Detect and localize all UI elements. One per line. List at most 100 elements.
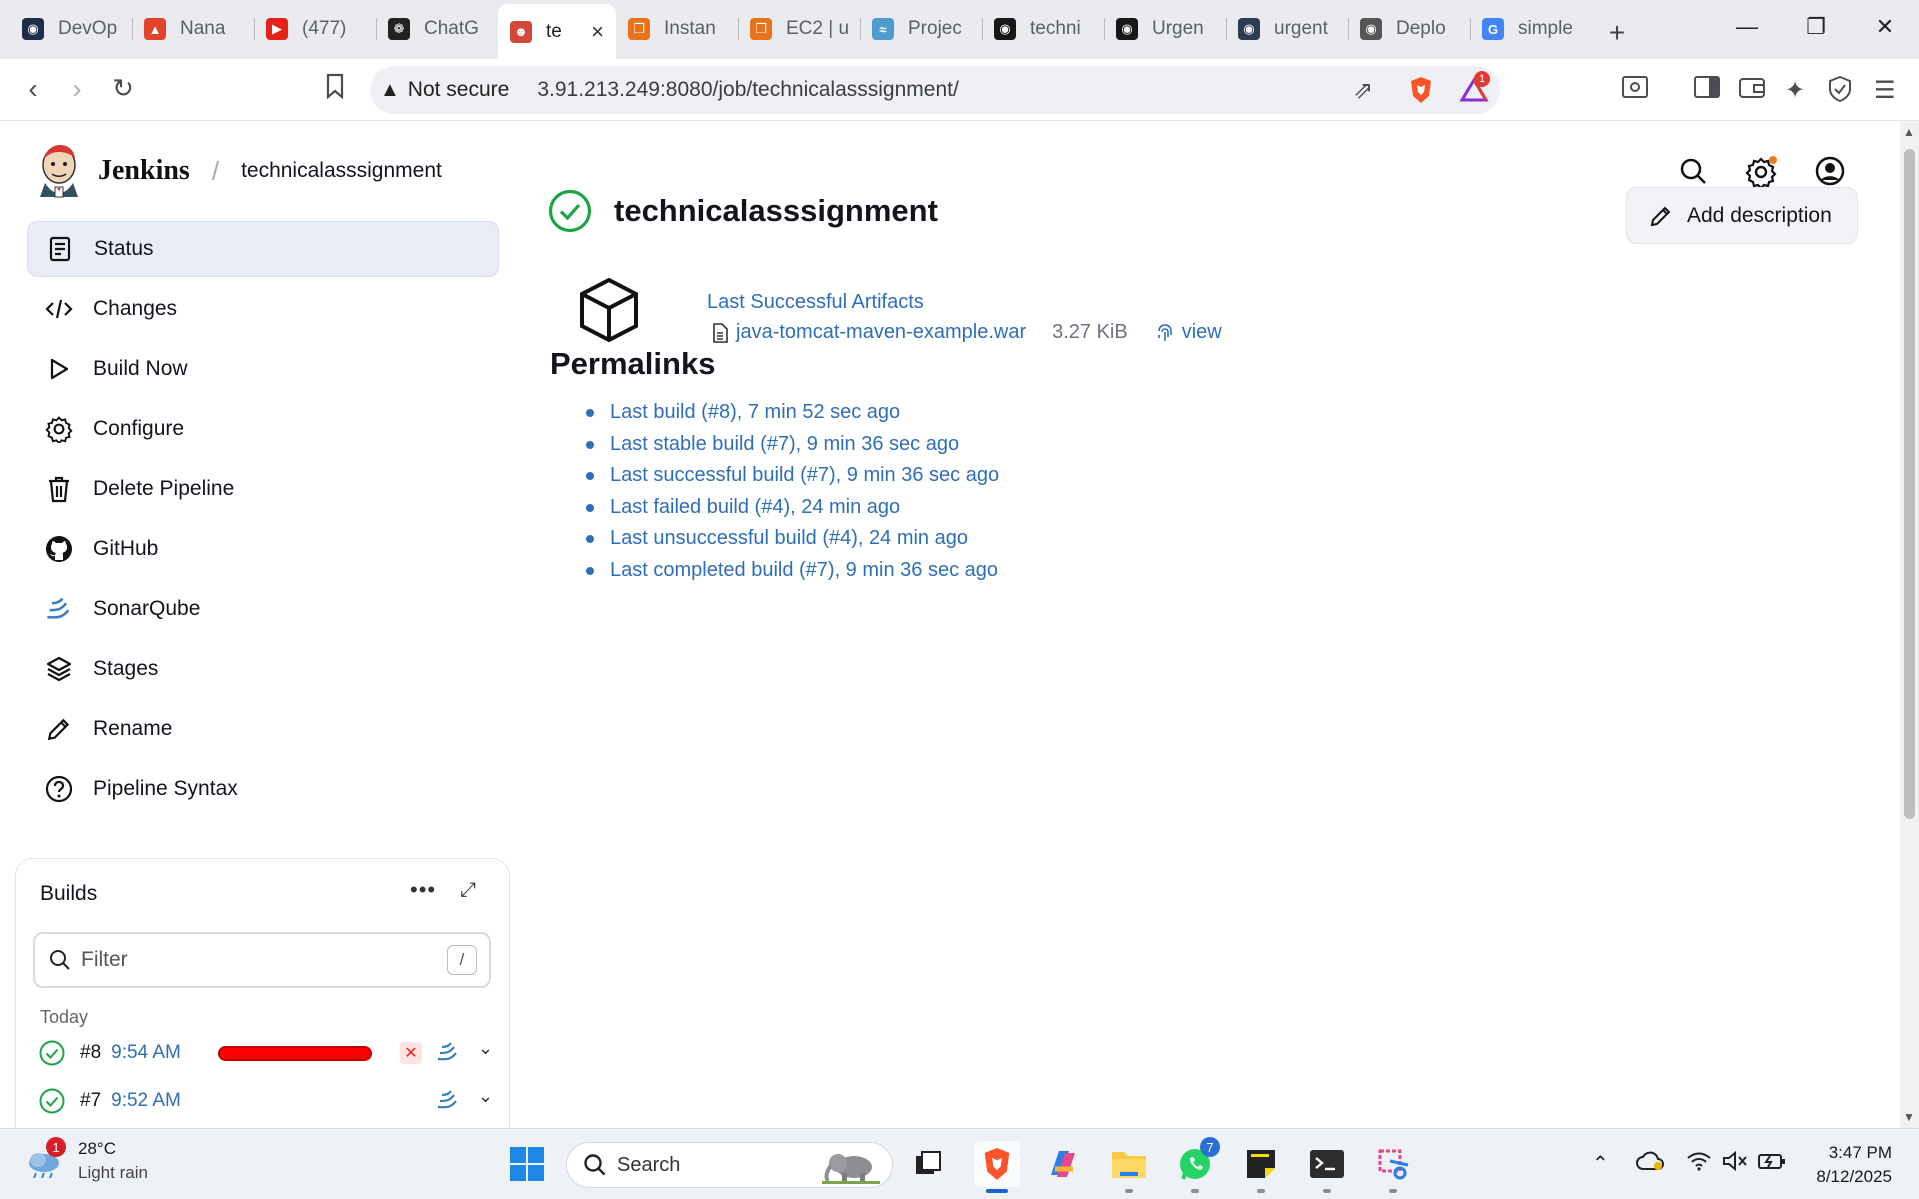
brave-browser-taskbar-icon[interactable] [974,1141,1020,1193]
browser-tab[interactable]: ≈ Projec [860,4,982,54]
build-time[interactable]: 9:52 AM [111,1090,181,1112]
chevron-down-icon[interactable]: ⌄ [478,1038,493,1059]
new-tab-button[interactable]: + [1592,17,1642,49]
back-icon[interactable]: ‹ [16,73,50,105]
sidebar-item-status[interactable]: Status [27,221,499,277]
add-description-label[interactable]: Add description [1687,204,1832,228]
taskbar-search[interactable]: Search [566,1142,893,1188]
browser-tab[interactable]: ◉ Urgen [1104,4,1226,54]
system-clock[interactable]: 3:47 PM 8/12/2025 [1808,1141,1892,1189]
permalink-item[interactable]: Last build (#8), 7 min 52 sec ago [585,397,999,429]
chevron-down-icon[interactable]: ⌄ [478,1086,493,1107]
snipping-tool-icon[interactable] [1370,1141,1416,1193]
browser-tab[interactable]: ☻ te × [498,4,616,59]
expand-icon[interactable]: ⤢ [460,879,476,902]
tab-title[interactable]: Deplo [1396,18,1458,40]
permalink-item[interactable]: Last stable build (#7), 9 min 36 sec ago [585,429,999,461]
tab-title[interactable]: Instan [664,18,726,40]
sticky-notes-icon[interactable] [1238,1141,1284,1193]
leo-ai-icon[interactable]: ✦ [1785,76,1805,105]
tab-title[interactable]: (477) [302,18,364,40]
browser-tab[interactable]: ◉ urgent [1226,4,1348,54]
tab-title[interactable]: Nana [180,18,242,40]
scroll-up-icon[interactable]: ▲ [1903,125,1915,139]
sidebar-item-delete-pipeline[interactable]: Delete Pipeline [27,461,499,517]
url-text[interactable]: 3.91.213.249:8080/job/technicalasssignme… [537,78,958,102]
reader-mode-icon[interactable] [1622,76,1648,105]
address-bar[interactable]: ▲ Not secure 3.91.213.249:8080/job/techn… [370,66,1500,114]
browser-tab[interactable]: ◉ DevOp [10,4,132,54]
artifacts-title-link[interactable]: Last Successful Artifacts [707,291,924,314]
chevron-up-icon[interactable]: ⌃ [1592,1151,1609,1176]
sonarqube-icon[interactable] [436,1041,460,1063]
browser-tab[interactable]: ❐ Instan [616,4,738,54]
sonarqube-icon[interactable] [436,1089,460,1111]
more-options-icon[interactable]: ••• [410,877,436,903]
task-view-icon[interactable] [906,1141,952,1187]
sidebar-item-sonarqube[interactable]: SonarQube [27,581,499,637]
tab-title[interactable]: urgent [1274,18,1336,40]
menu-icon[interactable]: ☰ [1874,76,1896,105]
build-row[interactable]: #7 9:52 AM ⌄ [38,1084,498,1118]
reload-icon[interactable]: ↻ [106,73,140,104]
restore-icon[interactable]: ❐ [1801,14,1831,40]
build-progress-bar[interactable] [218,1046,372,1061]
permalink-item[interactable]: Last unsuccessful build (#4), 24 min ago [585,523,999,555]
browser-tab[interactable]: ◉ Deplo [1348,4,1470,54]
battery-icon[interactable] [1758,1151,1786,1177]
bookmark-icon[interactable] [318,73,352,106]
minimize-icon[interactable]: — [1732,14,1762,40]
tab-title[interactable]: Urgen [1152,18,1214,40]
permalink-item[interactable]: Last failed build (#4), 24 min ago [585,492,999,524]
jenkins-logo-icon[interactable] [36,143,82,199]
scrollbar-thumb[interactable] [1904,149,1915,819]
vpn-icon[interactable] [1828,75,1852,109]
jenkins-brand[interactable]: Jenkins [98,155,190,187]
build-row[interactable]: #8 9:54 AM ✕ ⌄ [38,1036,498,1070]
sidebar-item-rename[interactable]: Rename [27,701,499,757]
browser-tab[interactable]: ▲ Nana [132,4,254,54]
tab-title[interactable]: ChatG [424,18,486,40]
wallet-icon[interactable] [1739,76,1765,105]
browser-tab[interactable]: ▶ (477) [254,4,376,54]
filter-placeholder[interactable]: Filter [81,948,447,972]
copilot-icon[interactable] [1040,1141,1086,1187]
tab-title[interactable]: techni [1030,18,1092,40]
tab-title[interactable]: DevOp [58,18,120,40]
cancel-build-icon[interactable]: ✕ [400,1042,422,1064]
tab-title[interactable]: te [546,21,585,43]
whatsapp-icon[interactable]: 7 [1172,1137,1220,1193]
sidebar-toggle-icon[interactable] [1694,76,1720,105]
terminal-icon[interactable] [1304,1141,1350,1193]
artifact-file-link[interactable]: java-tomcat-maven-example.war [736,321,1026,344]
sidebar-item-changes[interactable]: Changes [27,281,499,337]
sidebar-item-configure[interactable]: Configure [27,401,499,457]
page-scrollbar[interactable]: ▲ ▼ [1900,121,1919,1128]
tab-title[interactable]: EC2 | u [786,18,848,40]
security-label[interactable]: Not secure [408,78,510,102]
build-number[interactable]: #8 [80,1042,101,1064]
add-description-button[interactable]: Add description [1626,187,1858,244]
forward-icon[interactable]: › [60,73,94,105]
artifact-view-link[interactable]: view [1182,321,1222,344]
search-label[interactable]: Search [617,1154,680,1177]
build-time[interactable]: 9:54 AM [111,1042,181,1064]
close-tab-icon[interactable]: × [591,19,604,45]
speaker-muted-icon[interactable] [1722,1150,1748,1177]
breadcrumb-job[interactable]: technicalasssignment [241,159,442,183]
close-window-icon[interactable]: ✕ [1870,14,1900,40]
builds-filter-input[interactable]: Filter / [33,932,491,988]
scroll-down-icon[interactable]: ▼ [1903,1110,1915,1124]
brave-shield-icon[interactable] [1408,76,1434,111]
browser-tab[interactable]: ❁ ChatG [376,4,498,54]
tab-title[interactable]: simple [1518,18,1580,40]
file-explorer-icon[interactable] [1106,1141,1152,1193]
sidebar-item-github[interactable]: GitHub [27,521,499,577]
sidebar-item-stages[interactable]: Stages [27,641,499,697]
browser-tab[interactable]: ❐ EC2 | u [738,4,860,54]
browser-tab[interactable]: Gsimple [1470,4,1592,54]
permalink-item[interactable]: Last successful build (#7), 9 min 36 sec… [585,460,999,492]
wifi-icon[interactable] [1686,1151,1712,1177]
permalink-item[interactable]: Last completed build (#7), 9 min 36 sec … [585,555,999,587]
weather-widget[interactable]: 1 28°C Light rain [24,1137,148,1183]
